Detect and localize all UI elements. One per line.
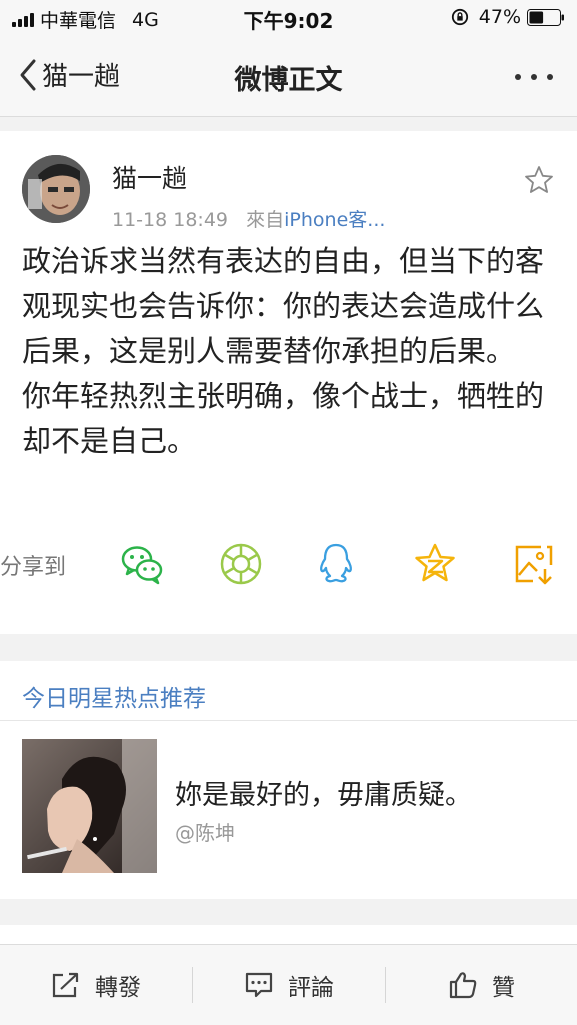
- repost-label: 轉發: [95, 975, 141, 1001]
- recommendation-card: 今日明星热点推荐 妳是最好的，毋庸质疑。 @陈坤: [0, 661, 577, 899]
- save-image-icon[interactable]: [511, 541, 557, 587]
- avatar-image: [22, 155, 90, 223]
- bottom-toolbar: 轉發 評論 贊: [0, 944, 577, 1025]
- share-label: 分享到: [0, 555, 67, 580]
- share-bar: 分享到: [0, 541, 577, 591]
- status-bar: 中華電信 4G 下午9:02 47%: [0, 0, 577, 38]
- nav-bar: 猫一趟 微博正文: [0, 38, 577, 117]
- recommendation-title: 今日明星热点推荐: [22, 686, 206, 712]
- favorite-star-icon[interactable]: [523, 164, 555, 196]
- wechat-icon[interactable]: [119, 541, 165, 587]
- next-card: [0, 925, 577, 945]
- moments-icon[interactable]: [218, 541, 264, 587]
- qq-icon[interactable]: [313, 541, 359, 587]
- qzone-icon[interactable]: [412, 541, 458, 587]
- repost-icon: [52, 972, 79, 998]
- comment-label: 評論: [288, 975, 334, 1001]
- repost-button[interactable]: 轉發: [0, 945, 192, 1025]
- recommendation-text[interactable]: 妳是最好的，毋庸质疑。: [175, 773, 472, 812]
- post-source[interactable]: iPhone客...: [284, 209, 385, 231]
- post-timestamp: 11-18 18:49: [112, 209, 229, 231]
- chevron-left-icon: [20, 59, 36, 90]
- comment-icon: [245, 972, 273, 998]
- battery-percent: 47%: [478, 6, 521, 28]
- more-dots-icon[interactable]: [515, 74, 553, 80]
- rotation-lock-icon: [451, 8, 468, 26]
- post-paragraph: 你年轻热烈主张明确，像个战士，牺牲的却不是自己。: [22, 379, 545, 458]
- battery-icon: [527, 8, 564, 26]
- status-right: 47%: [451, 6, 565, 28]
- avatar[interactable]: [22, 155, 90, 223]
- back-button[interactable]: 猫一趟: [18, 56, 120, 93]
- like-button[interactable]: 贊: [386, 945, 577, 1025]
- recommendation-author[interactable]: @陈坤: [175, 817, 235, 846]
- source-prefix: 來自: [246, 209, 285, 231]
- post-meta: 11-18 18:49 來自iPhone客...: [112, 205, 385, 232]
- recommendation-thumbnail[interactable]: [22, 739, 157, 873]
- comment-button[interactable]: 評論: [193, 945, 385, 1025]
- back-label: 猫一趟: [42, 62, 121, 92]
- post-paragraph: 政治诉求当然有表达的自由，但当下的客观现实也会告诉你：你的表达会造成什么后果，这…: [22, 244, 545, 368]
- author-name[interactable]: 猫一趟: [112, 159, 187, 195]
- post-body: 政治诉求当然有表达的自由，但当下的客观现实也会告诉你：你的表达会造成什么后果，这…: [22, 239, 554, 464]
- thumbs-up-icon: [449, 972, 477, 999]
- divider: [0, 720, 577, 721]
- like-label: 贊: [492, 975, 515, 1001]
- post-card: 猫一趟 11-18 18:49 來自iPhone客... 政治诉求当然有表达的自…: [0, 131, 577, 634]
